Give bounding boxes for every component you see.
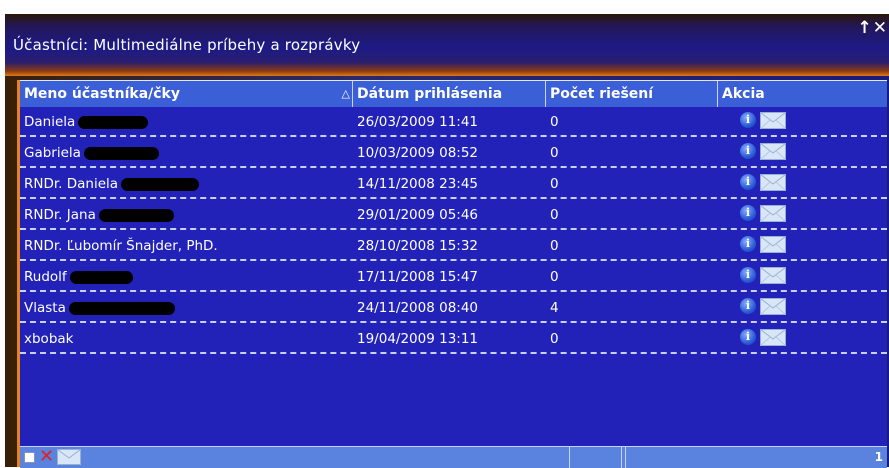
mail-icon[interactable] <box>760 267 786 284</box>
participant-name-cell: Vlasta <box>24 300 175 316</box>
info-icon[interactable]: i <box>740 329 756 345</box>
footer-divider <box>569 447 570 468</box>
participant-name-cell: RNDr. Ľubomír Šnajder, PhD. <box>24 238 218 254</box>
signup-date: 14/11/2008 23:45 <box>357 176 479 192</box>
window-controls: ↑✕ <box>857 18 888 38</box>
table-header: Meno účastníka/čky △ Dátum prihlásenia P… <box>20 80 887 107</box>
participant-name-cell: xbobak <box>24 331 73 347</box>
column-header-date[interactable]: Dátum prihlásenia <box>353 81 546 107</box>
table-row[interactable]: Daniela 26/03/2009 11:41 0 i <box>20 106 887 137</box>
redaction-mark <box>83 146 159 160</box>
column-header-action: Akcia <box>722 86 765 102</box>
window-titlebar[interactable]: Účastníci: Multimediálne príbehy a rozpr… <box>5 14 889 76</box>
solution-count: 0 <box>550 145 559 161</box>
table-row[interactable]: RNDr. Jana 29/01/2009 05:46 0 i <box>20 199 887 230</box>
signup-date: 29/01/2009 05:46 <box>357 207 479 223</box>
signup-date: 24/11/2008 08:40 <box>357 300 479 316</box>
table-row[interactable]: Gabriela 10/03/2009 08:52 0 i <box>20 137 887 168</box>
participant-name: RNDr. Daniela <box>24 176 119 192</box>
table-footer: ✕ 1 <box>20 446 887 468</box>
info-icon[interactable]: i <box>740 174 756 190</box>
signup-date: 28/10/2008 15:32 <box>357 238 479 254</box>
participant-name-cell: Gabriela <box>24 145 159 161</box>
column-header-name-label: Meno účastníka/čky <box>24 86 180 102</box>
mail-icon[interactable] <box>760 143 786 160</box>
delete-icon[interactable]: ✕ <box>39 448 54 466</box>
redaction-mark <box>78 115 149 129</box>
participant-name: Rudolf <box>24 269 67 285</box>
solution-count: 0 <box>550 114 559 130</box>
mail-all-icon[interactable] <box>57 449 81 465</box>
signup-date: 26/03/2009 11:41 <box>357 114 479 130</box>
participant-name: xbobak <box>24 331 74 347</box>
select-all-checkbox[interactable] <box>24 452 35 463</box>
redaction-mark <box>98 208 174 222</box>
info-icon[interactable]: i <box>740 143 756 159</box>
maximize-button[interactable]: ↑ <box>858 18 872 38</box>
participant-name-cell: RNDr. Daniela <box>24 176 200 192</box>
participant-name: RNDr. Jana <box>24 207 96 223</box>
mail-icon[interactable] <box>760 112 786 129</box>
signup-date: 17/11/2008 15:47 <box>357 269 479 285</box>
close-button[interactable]: ✕ <box>873 18 887 38</box>
table-row[interactable]: RNDr. Daniela 14/11/2008 23:45 0 i <box>20 168 887 199</box>
mail-icon[interactable] <box>760 329 786 346</box>
table-row[interactable]: xbobak 19/04/2009 13:11 0 i <box>20 323 887 354</box>
footer-divider <box>625 447 626 468</box>
redaction-mark <box>69 270 133 284</box>
info-icon[interactable]: i <box>740 267 756 283</box>
column-header-count[interactable]: Počet riešení <box>546 81 718 107</box>
window-title: Účastníci: Multimediálne príbehy a rozpr… <box>13 36 361 54</box>
participant-name-cell: RNDr. Jana <box>24 207 174 223</box>
solution-count: 0 <box>550 176 559 192</box>
info-icon[interactable]: i <box>740 298 756 314</box>
solution-count: 0 <box>550 238 559 254</box>
participants-window: Účastníci: Multimediálne príbehy a rozpr… <box>5 14 889 468</box>
participants-table: Meno účastníka/čky △ Dátum prihlásenia P… <box>17 80 887 468</box>
table-row[interactable]: RNDr. Ľubomír Šnajder, PhD. 28/10/2008 15… <box>20 230 887 261</box>
participant-name: Gabriela <box>24 145 81 161</box>
mail-icon[interactable] <box>760 174 786 191</box>
info-icon[interactable]: i <box>740 112 756 128</box>
participant-name: Daniela <box>24 114 76 130</box>
table-row[interactable]: Vlasta 24/11/2008 08:40 4 i <box>20 292 887 323</box>
redaction-mark <box>68 301 175 315</box>
redaction-mark <box>121 177 200 191</box>
footer-divider <box>621 447 622 468</box>
mail-icon[interactable] <box>760 236 786 253</box>
participant-name-cell: Rudolf <box>24 269 133 285</box>
solution-count: 0 <box>550 331 559 347</box>
solution-count: 0 <box>550 207 559 223</box>
info-icon[interactable]: i <box>740 205 756 221</box>
signup-date: 19/04/2009 13:11 <box>357 331 479 347</box>
info-icon[interactable]: i <box>740 236 756 252</box>
solution-count: 4 <box>550 300 559 316</box>
page-number: 1 <box>874 450 883 464</box>
solution-count: 0 <box>550 269 559 285</box>
signup-date: 10/03/2009 08:52 <box>357 145 479 161</box>
participant-name-cell: Daniela <box>24 114 149 130</box>
table-row[interactable]: Rudolf 17/11/2008 15:47 0 i <box>20 261 887 292</box>
mail-icon[interactable] <box>760 298 786 315</box>
column-header-name[interactable]: Meno účastníka/čky △ <box>20 81 353 107</box>
participant-name: RNDr. Ľubomír Šnajder, PhD. <box>24 238 218 254</box>
mail-icon[interactable] <box>760 205 786 222</box>
sort-ascending-icon[interactable]: △ <box>342 81 350 107</box>
participant-name: Vlasta <box>24 300 66 316</box>
